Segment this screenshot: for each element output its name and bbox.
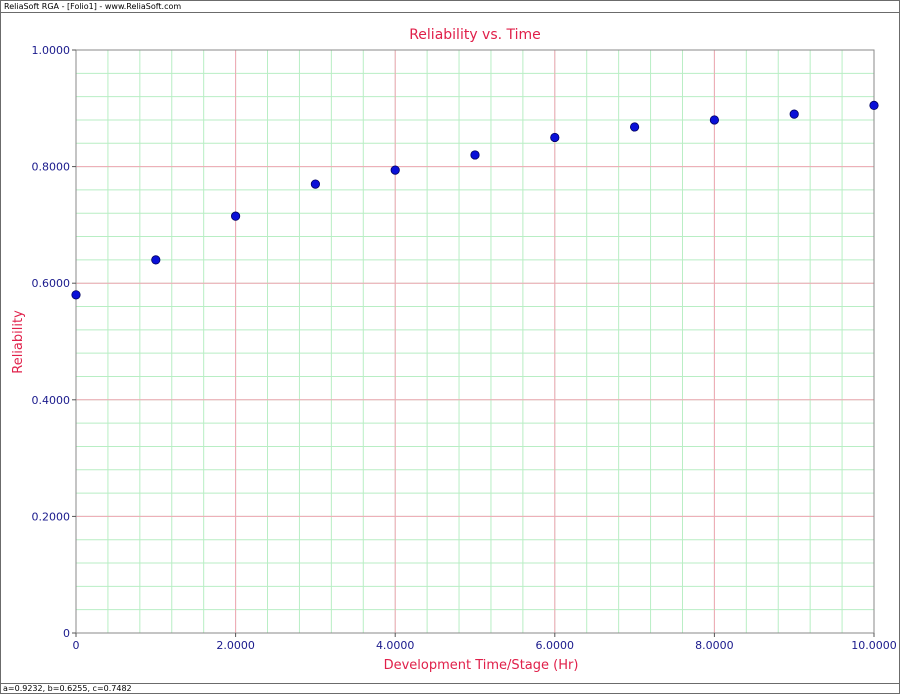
minor-grid xyxy=(76,50,874,633)
data-point xyxy=(709,115,720,125)
status-bar: a=0.9232, b=0.6255, c=0.7482 xyxy=(1,683,899,693)
x-tick-label: 6.0000 xyxy=(536,639,575,652)
data-point xyxy=(869,100,879,110)
x-tick-label: 4.0000 xyxy=(376,639,415,652)
data-point xyxy=(789,109,799,119)
x-tick-label: 0 xyxy=(73,639,80,652)
y-tick-label: 0.4000 xyxy=(32,394,71,407)
y-axis-title: Reliability xyxy=(11,310,26,374)
data-point xyxy=(310,179,320,189)
data-point xyxy=(629,122,640,132)
x-axis-ticks: 0 2.0000 4.0000 6.0000 8.0000 10.0000 xyxy=(73,633,897,652)
major-grid xyxy=(76,50,874,633)
y-tick-label: 0.2000 xyxy=(32,510,71,523)
y-axis-ticks: 0 0.2000 0.4000 0.6000 0.8000 1.0000 xyxy=(32,44,76,640)
chart-title: Reliability vs. Time xyxy=(409,27,541,43)
x-tick-label: 8.0000 xyxy=(695,639,734,652)
data-point xyxy=(71,290,81,300)
data-point xyxy=(231,211,241,221)
x-tick-label: 10.0000 xyxy=(851,639,897,652)
y-tick-label: 1.0000 xyxy=(32,44,71,57)
y-tick-label: 0.8000 xyxy=(32,161,71,174)
plot-area-border xyxy=(75,49,875,634)
data-point xyxy=(151,255,161,265)
data-point xyxy=(470,150,480,160)
x-axis-title: Development Time/Stage (Hr) xyxy=(384,658,579,673)
status-text: a=0.9232, b=0.6255, c=0.7482 xyxy=(3,684,132,693)
data-points xyxy=(71,100,879,300)
y-tick-label: 0.6000 xyxy=(32,277,71,290)
app-window: ReliaSoft RGA - [Folio1] - www.ReliaSoft… xyxy=(0,0,900,694)
data-point xyxy=(390,165,400,175)
data-point xyxy=(550,132,560,143)
x-tick-label: 2.0000 xyxy=(216,639,255,652)
y-tick-label: 0 xyxy=(63,627,70,640)
reliability-chart: Reliability vs. Time 0 2.0000 4.0000 6.0000… xyxy=(11,27,897,673)
